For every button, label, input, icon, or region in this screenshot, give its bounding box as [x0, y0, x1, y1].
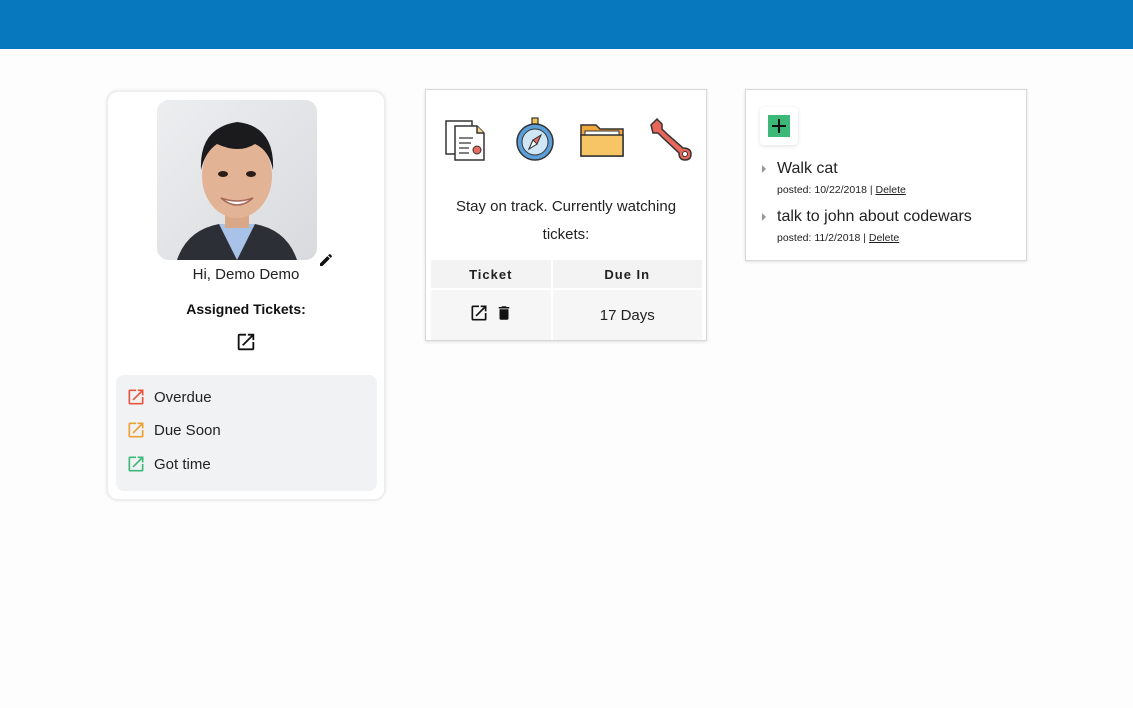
folder-icon[interactable]	[579, 116, 625, 162]
table-row: 17 Days	[431, 290, 702, 340]
legend-label: Got time	[154, 455, 211, 473]
legend-item-due-soon[interactable]: Due Soon	[126, 419, 221, 441]
top-app-bar	[0, 0, 1133, 49]
delete-link[interactable]: Delete	[875, 184, 905, 196]
avatar	[157, 100, 317, 260]
posted-date: posted: 11/2/2018 |	[777, 232, 866, 244]
compass-icon[interactable]	[512, 116, 558, 162]
watching-card: Stay on track. Currently watching ticket…	[425, 89, 707, 341]
open-in-new-icon	[128, 389, 144, 405]
greeting-text: Hi, Demo Demo	[192, 266, 300, 283]
column-header-due-in: Due In	[552, 260, 702, 288]
todo-meta: posted: 10/22/2018 | Delete	[777, 184, 1022, 196]
list-item: talk to john about codewars posted: 11/2…	[762, 208, 1022, 244]
list-item: Walk cat posted: 10/22/2018 | Delete	[762, 160, 1022, 196]
todo-expand-toggle[interactable]: Walk cat	[762, 160, 1022, 178]
due-in-cell: 17 Days	[552, 290, 702, 340]
open-in-new-icon	[128, 456, 144, 472]
todo-title: talk to john about codewars	[777, 208, 972, 225]
delete-link[interactable]: Delete	[869, 232, 899, 244]
caret-right-icon	[762, 213, 766, 221]
assigned-tickets-label: Assigned Tickets:	[186, 301, 306, 317]
todo-expand-toggle[interactable]: talk to john about codewars	[762, 208, 1022, 226]
watching-message: Stay on track. Currently watching ticket…	[455, 198, 677, 243]
ticket-actions-cell	[431, 290, 551, 340]
legend-label: Overdue	[154, 388, 212, 406]
open-in-new-icon[interactable]	[469, 303, 489, 323]
todo-title: Walk cat	[777, 160, 838, 177]
plus-icon	[768, 115, 790, 137]
column-header-ticket: Ticket	[431, 260, 551, 288]
profile-card: Hi, Demo Demo Assigned Tickets: Overdue …	[106, 90, 386, 501]
posted-date: posted: 10/22/2018 |	[777, 184, 873, 196]
open-in-new-icon[interactable]	[235, 331, 257, 353]
open-in-new-icon	[128, 422, 144, 438]
todo-meta: posted: 11/2/2018 | Delete	[777, 232, 1022, 244]
legend-label: Due Soon	[154, 421, 221, 439]
todo-card: Walk cat posted: 10/22/2018 | Delete tal…	[745, 89, 1027, 261]
wrench-icon[interactable]	[647, 116, 693, 162]
legend-item-overdue[interactable]: Overdue	[126, 386, 212, 408]
caret-right-icon	[762, 165, 766, 173]
legend-item-got-time[interactable]: Got time	[126, 453, 211, 475]
documents-icon[interactable]	[443, 116, 489, 162]
add-todo-button[interactable]	[760, 107, 798, 145]
ticket-legend: Overdue Due Soon Got time	[116, 375, 377, 491]
trash-icon[interactable]	[495, 303, 513, 323]
watched-tickets-table: Ticket Due In 17 Days	[429, 258, 704, 342]
